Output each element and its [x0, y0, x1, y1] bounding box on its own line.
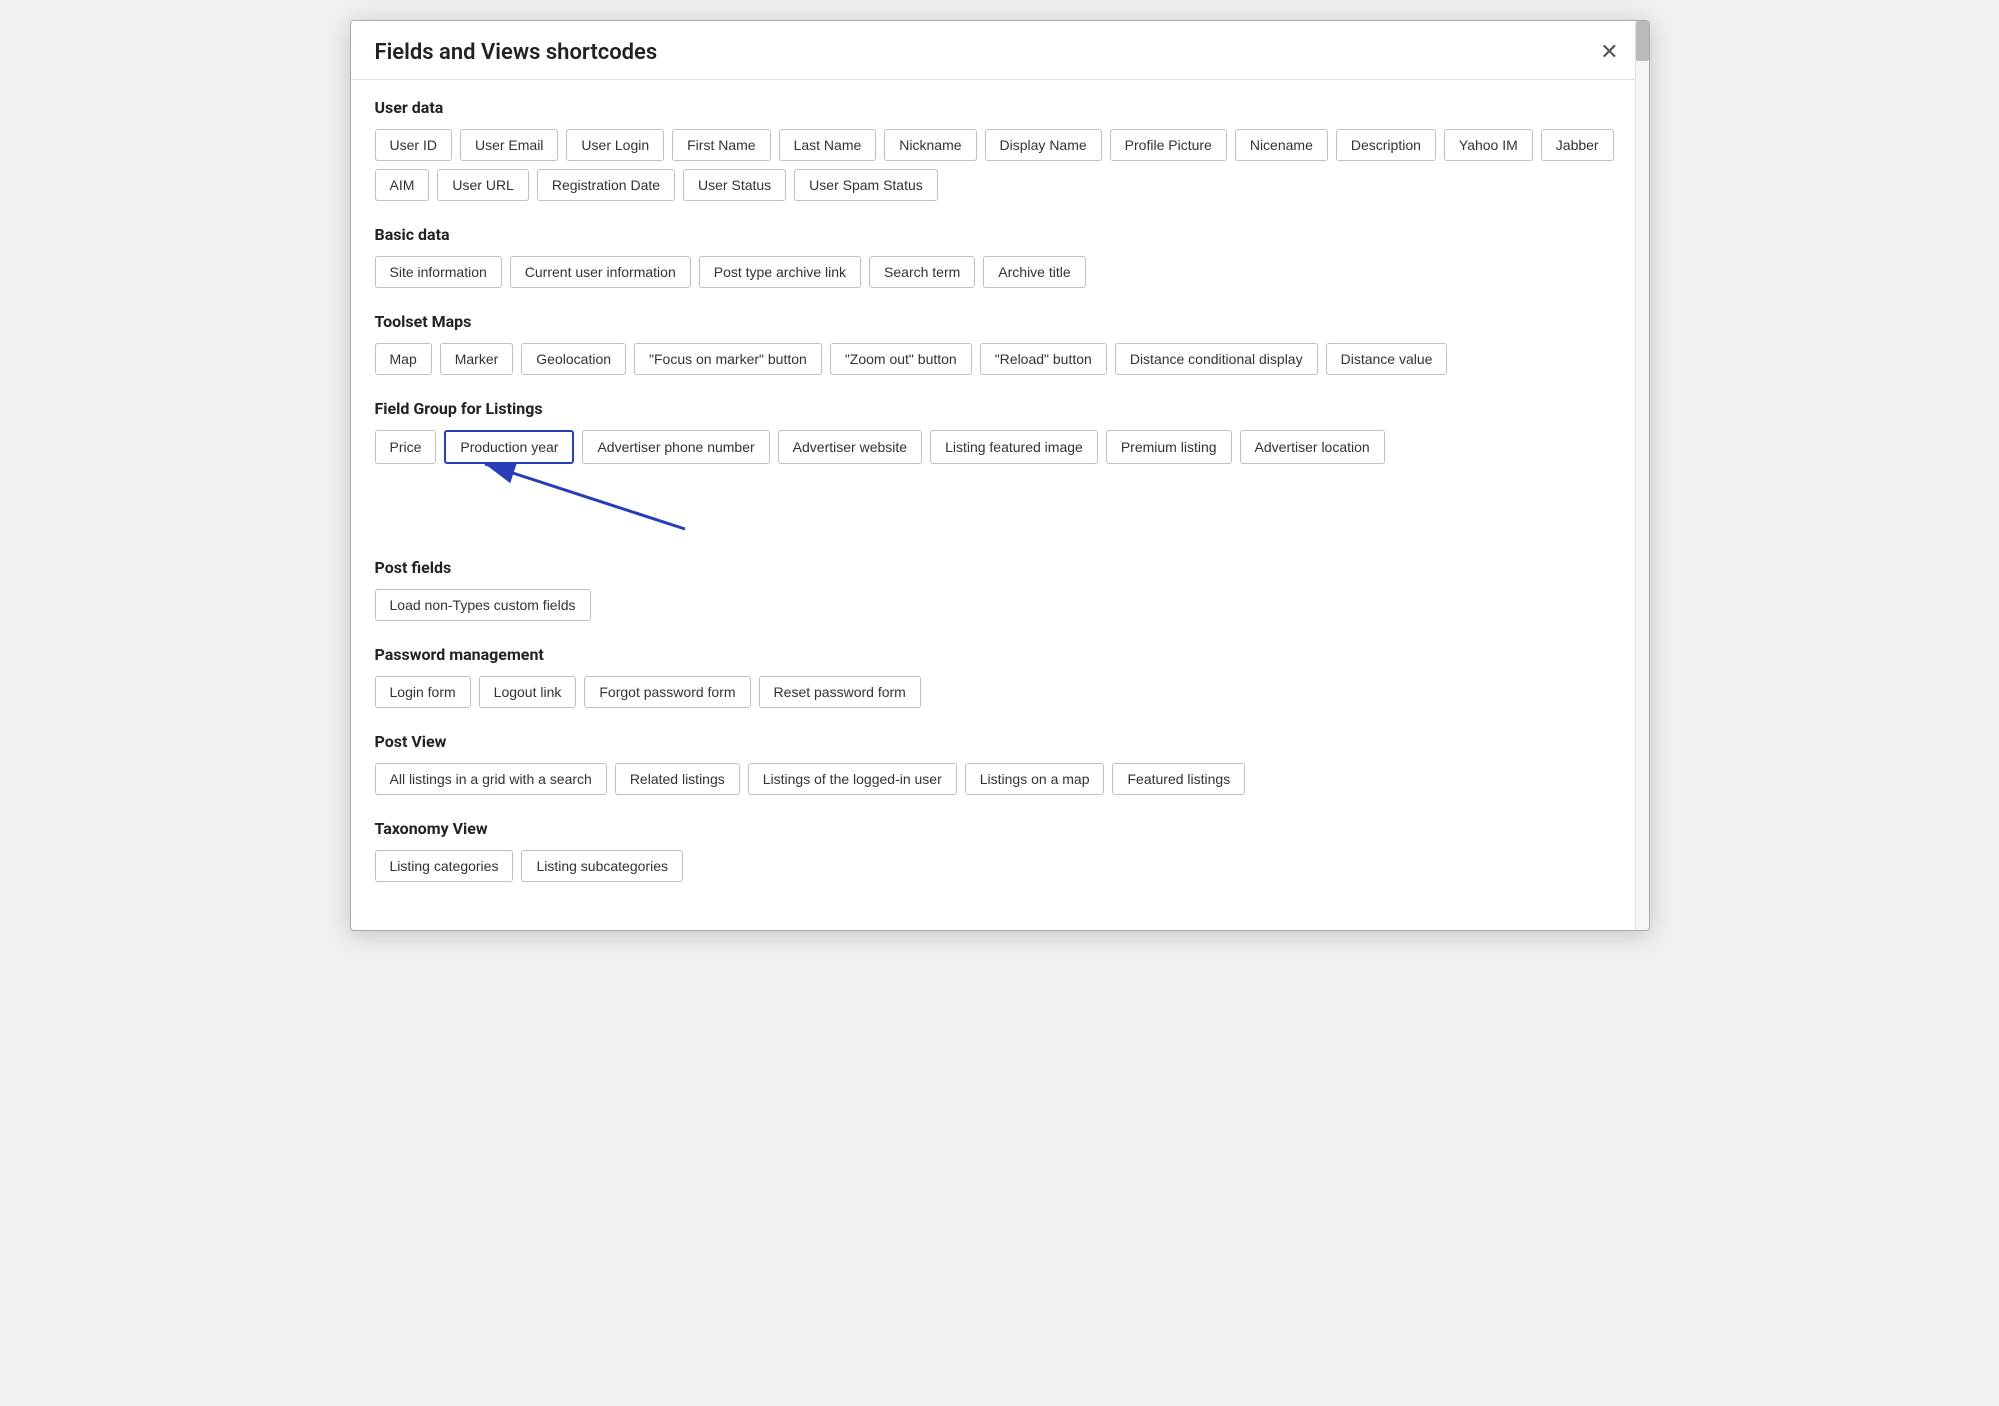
modal-container: Fields and Views shortcodes ✕ User dataU… [350, 20, 1650, 931]
tag-btn-zoom-out-button[interactable]: "Zoom out" button [830, 343, 972, 375]
section-title-password-management: Password management [375, 645, 1629, 664]
tag-btn-archive-title[interactable]: Archive title [983, 256, 1085, 288]
tag-btn-registration-date[interactable]: Registration Date [537, 169, 675, 201]
tag-btn-featured-listings[interactable]: Featured listings [1112, 763, 1245, 795]
tag-btn-reset-password-form[interactable]: Reset password form [759, 676, 921, 708]
scrollbar-thumb[interactable] [1636, 21, 1649, 61]
section-post-view: Post View All listings in a grid with a s… [375, 732, 1629, 795]
arrow-annotation [375, 454, 1629, 534]
tag-btn-yahoo-im[interactable]: Yahoo IM [1444, 129, 1533, 161]
tag-btn-distance-conditional-display[interactable]: Distance conditional display [1115, 343, 1318, 375]
scrollbar[interactable] [1635, 21, 1649, 930]
tag-btn-last-name[interactable]: Last Name [779, 129, 877, 161]
tag-btn-current-user-information[interactable]: Current user information [510, 256, 691, 288]
tag-btn-listings-of-the-logged-in-user[interactable]: Listings of the logged-in user [748, 763, 957, 795]
section-title-post-view: Post View [375, 732, 1629, 751]
tag-btn-post-type-archive-link[interactable]: Post type archive link [699, 256, 861, 288]
modal-header: Fields and Views shortcodes ✕ [351, 21, 1649, 80]
section-user-data: User data User IDUser EmailUser LoginFirs… [375, 98, 1629, 201]
tag-btn-aim[interactable]: AIM [375, 169, 430, 201]
close-button[interactable]: ✕ [1594, 39, 1624, 65]
section-title-post-fields: Post fields [375, 558, 1629, 577]
tag-btn-jabber[interactable]: Jabber [1541, 129, 1614, 161]
tag-btn-user-id[interactable]: User ID [375, 129, 452, 161]
tag-btn-user-status[interactable]: User Status [683, 169, 786, 201]
tag-btn-listing-subcategories[interactable]: Listing subcategories [521, 850, 683, 882]
modal-title: Fields and Views shortcodes [375, 40, 658, 65]
arrow-svg [435, 454, 755, 534]
section-basic-data: Basic data Site informationCurrent user i… [375, 225, 1629, 288]
tag-btn-marker[interactable]: Marker [440, 343, 514, 375]
tag-btn-user-spam-status[interactable]: User Spam Status [794, 169, 938, 201]
section-title-user-data: User data [375, 98, 1629, 117]
section-toolset-maps: Toolset Maps MapMarkerGeolocation"Focus o… [375, 312, 1629, 375]
tag-btn-map[interactable]: Map [375, 343, 432, 375]
tag-btn-user-url[interactable]: User URL [437, 169, 528, 201]
tag-btn-login-form[interactable]: Login form [375, 676, 471, 708]
tag-btn-listings-on-a-map[interactable]: Listings on a map [965, 763, 1105, 795]
tag-btn-logout-link[interactable]: Logout link [479, 676, 577, 708]
tag-btn-user-login[interactable]: User Login [566, 129, 664, 161]
tag-btn-geolocation[interactable]: Geolocation [521, 343, 626, 375]
tag-btn-related-listings[interactable]: Related listings [615, 763, 740, 795]
section-password-management: Password management Login formLogout link… [375, 645, 1629, 708]
modal-body: User data User IDUser EmailUser LoginFirs… [351, 80, 1649, 930]
tag-btn-forgot-password-form[interactable]: Forgot password form [584, 676, 750, 708]
tag-btn-listing-categories[interactable]: Listing categories [375, 850, 514, 882]
section-field-group-listings: Field Group for ListingsPriceProduction … [375, 399, 1629, 534]
tag-group-basic-data: Site informationCurrent user information… [375, 256, 1629, 288]
tag-btn-description[interactable]: Description [1336, 129, 1436, 161]
section-title-field-group-listings: Field Group for Listings [375, 399, 1629, 418]
tag-btn-load-non-types-custom-fields[interactable]: Load non-Types custom fields [375, 589, 591, 621]
tag-btn-first-name[interactable]: First Name [672, 129, 770, 161]
tag-btn-user-email[interactable]: User Email [460, 129, 558, 161]
tag-group-post-view: All listings in a grid with a searchRela… [375, 763, 1629, 795]
section-post-fields: Post fields Load non-Types custom fields [375, 558, 1629, 621]
section-taxonomy-view: Taxonomy View Listing categoriesListing s… [375, 819, 1629, 882]
section-title-taxonomy-view: Taxonomy View [375, 819, 1629, 838]
tag-group-post-fields: Load non-Types custom fields [375, 589, 1629, 621]
tag-group-password-management: Login formLogout linkForgot password for… [375, 676, 1629, 708]
tag-btn-all-listings-in-a-grid-with-a-search[interactable]: All listings in a grid with a search [375, 763, 607, 795]
tag-btn-site-information[interactable]: Site information [375, 256, 502, 288]
tag-btn-nickname[interactable]: Nickname [884, 129, 976, 161]
tag-btn-focus-on-marker-button[interactable]: "Focus on marker" button [634, 343, 822, 375]
section-title-basic-data: Basic data [375, 225, 1629, 244]
tag-group-user-data: User IDUser EmailUser LoginFirst Name Las… [375, 129, 1629, 201]
tag-btn-reload-button[interactable]: "Reload" button [980, 343, 1107, 375]
tag-btn-display-name[interactable]: Display Name [985, 129, 1102, 161]
section-title-toolset-maps: Toolset Maps [375, 312, 1629, 331]
tag-btn-profile-picture[interactable]: Profile Picture [1110, 129, 1227, 161]
tag-group-taxonomy-view: Listing categoriesListing subcategories [375, 850, 1629, 882]
tag-btn-distance-value[interactable]: Distance value [1326, 343, 1448, 375]
tag-btn-search-term[interactable]: Search term [869, 256, 975, 288]
tag-btn-nicename[interactable]: Nicename [1235, 129, 1328, 161]
tag-group-toolset-maps: MapMarkerGeolocation"Focus on marker" bu… [375, 343, 1629, 375]
